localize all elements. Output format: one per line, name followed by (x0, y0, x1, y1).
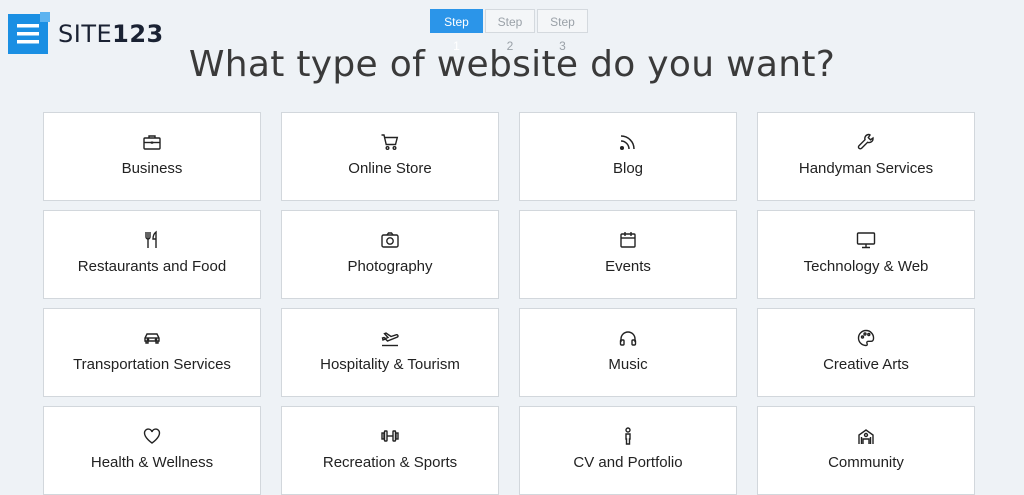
category-label: Transportation Services (73, 356, 231, 373)
category-label: Hospitality & Tourism (320, 356, 460, 373)
category-label: Recreation & Sports (322, 454, 458, 471)
step-3-tab[interactable]: Step 3 (537, 9, 588, 53)
category-card-restaurants-and-food[interactable]: Restaurants and Food (43, 210, 261, 299)
dumbbell-icon (380, 426, 400, 446)
category-card-community[interactable]: Community (757, 406, 975, 495)
page-title: What type of website do you want? (188, 44, 836, 85)
category-label: Community (828, 454, 904, 471)
category-card-transportation-services[interactable]: Transportation Services (43, 308, 261, 397)
palette-icon (856, 328, 876, 348)
category-card-events[interactable]: Events (519, 210, 737, 299)
category-card-photography[interactable]: Photography (281, 210, 499, 299)
category-label: Photography (347, 258, 433, 275)
category-card-music[interactable]: Music (519, 308, 737, 397)
category-label: Events (605, 258, 651, 275)
calendar-icon (618, 230, 638, 250)
category-label: Blog (612, 160, 644, 177)
step-progress: Step 1 Step 2 Step 3 (430, 9, 590, 53)
category-card-technology-web[interactable]: Technology & Web (757, 210, 975, 299)
headphones-icon (618, 328, 638, 348)
category-label: Restaurants and Food (77, 258, 227, 275)
rss-icon (618, 132, 638, 152)
category-label: Technology & Web (803, 258, 929, 275)
category-label: Creative Arts (823, 356, 909, 373)
category-card-business[interactable]: Business (43, 112, 261, 201)
building-icon (856, 426, 876, 446)
heart-icon (142, 426, 162, 446)
briefcase-icon (142, 132, 162, 152)
camera-icon (380, 230, 400, 250)
category-label: Music (608, 356, 648, 373)
category-card-health-wellness[interactable]: Health & Wellness (43, 406, 261, 495)
category-card-online-store[interactable]: Online Store (281, 112, 499, 201)
plane-icon (380, 328, 400, 348)
category-label: Health & Wellness (90, 454, 214, 471)
category-card-recreation-sports[interactable]: Recreation & Sports (281, 406, 499, 495)
category-grid: Business Online Store Blog Handyman Serv… (43, 112, 975, 495)
monitor-icon (856, 230, 876, 250)
category-card-blog[interactable]: Blog (519, 112, 737, 201)
car-icon (142, 328, 162, 348)
category-label: CV and Portfolio (573, 454, 683, 471)
utensils-icon (142, 230, 162, 250)
cart-icon (380, 132, 400, 152)
category-card-hospitality-tourism[interactable]: Hospitality & Tourism (281, 308, 499, 397)
wrench-icon (856, 132, 876, 152)
step-2-tab[interactable]: Step 2 (485, 9, 535, 53)
category-card-cv-and-portfolio[interactable]: CV and Portfolio (519, 406, 737, 495)
category-label: Online Store (348, 160, 432, 177)
category-label: Business (121, 160, 183, 177)
category-card-handyman-services[interactable]: Handyman Services (757, 112, 975, 201)
category-label: Handyman Services (798, 160, 934, 177)
step-1-tab[interactable]: Step 1 (430, 9, 483, 53)
person-icon (618, 426, 638, 446)
category-card-creative-arts[interactable]: Creative Arts (757, 308, 975, 397)
